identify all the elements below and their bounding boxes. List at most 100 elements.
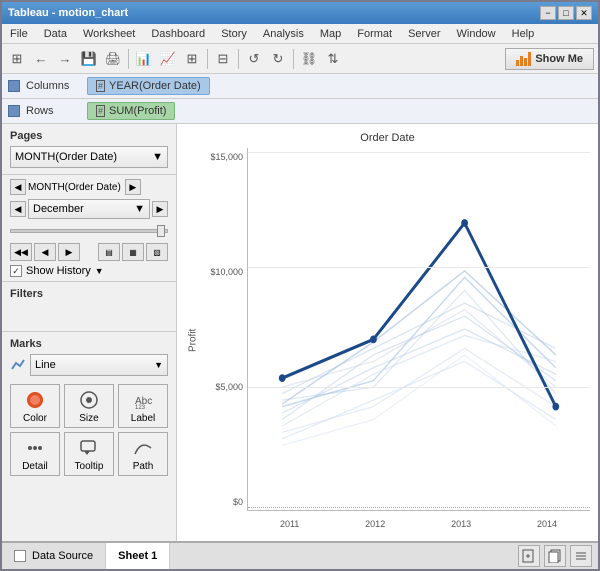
show-me-button[interactable]: Show Me — [505, 48, 594, 70]
menu-help[interactable]: Help — [504, 26, 543, 42]
play-button[interactable]: ◀◀ — [10, 243, 32, 261]
duplicate-sheet-icon — [548, 549, 562, 563]
menu-data[interactable]: Data — [36, 26, 75, 42]
display-btn-2[interactable]: ▦ — [122, 243, 144, 261]
slider-handle[interactable] — [157, 225, 165, 237]
rows-pill[interactable]: # SUM(Profit) — [87, 102, 175, 120]
bottom-tabs: Data Source Sheet 1 — [2, 541, 598, 569]
prev-month-button[interactable]: ◀ — [10, 179, 26, 195]
window-title: Tableau - motion_chart — [8, 7, 128, 19]
menu-worksheet[interactable]: Worksheet — [75, 26, 143, 42]
menu-bar: File Data Worksheet Dashboard Story Anal… — [2, 24, 598, 44]
next-month-button[interactable]: ▶ — [125, 179, 141, 195]
rows-drag-icon — [8, 105, 20, 117]
main-window: Tableau - motion_chart − □ ✕ File Data W… — [0, 0, 600, 571]
pages-dropdown[interactable]: MONTH(Order Date) ▼ — [10, 146, 168, 168]
display-buttons: ▤ ▦ ▧ — [98, 243, 168, 261]
show-history-checkbox[interactable]: ✓ — [10, 265, 22, 277]
marks-label-button[interactable]: Abc123 Label — [118, 384, 168, 428]
menu-dashboard[interactable]: Dashboard — [143, 26, 213, 42]
toolbar-grid-icon[interactable]: ⊞ — [6, 48, 28, 70]
month-arrow-icon: ▼ — [134, 203, 145, 215]
menu-window[interactable]: Window — [449, 26, 504, 42]
toolbar-refresh-icon[interactable]: ↺ — [243, 48, 265, 70]
toolbar-chart-icon[interactable]: 📊 — [133, 48, 155, 70]
sort-sheet-icon — [574, 549, 588, 563]
toolbar-link-icon[interactable]: ⛓ — [298, 48, 320, 70]
play-pause-button[interactable]: ▶ — [58, 243, 80, 261]
menu-format[interactable]: Format — [349, 26, 400, 42]
month-row: ◀ December ▼ ▶ — [10, 199, 168, 219]
month-dropdown[interactable]: December ▼ — [28, 199, 150, 219]
marks-dropdown-arrow-icon: ▼ — [154, 360, 163, 370]
toolbar-back-icon[interactable]: ← — [30, 48, 52, 70]
menu-file[interactable]: File — [2, 26, 36, 42]
toolbar-bar-icon[interactable]: 📈 — [157, 48, 179, 70]
marks-size-label: Size — [79, 413, 98, 424]
menu-server[interactable]: Server — [400, 26, 448, 42]
marks-type-row: Line ▼ — [10, 354, 168, 376]
toolbar-table-icon[interactable]: ⊞ — [181, 48, 203, 70]
data-source-label: Data Source — [32, 550, 93, 562]
marks-path-button[interactable]: Path — [118, 432, 168, 476]
show-history-arrow-icon: ▼ — [95, 266, 104, 276]
pages-section: Pages MONTH(Order Date) ▼ — [2, 124, 176, 175]
chart-title: Order Date — [185, 132, 590, 144]
close-button[interactable]: ✕ — [576, 6, 592, 20]
sort-sheet-button[interactable] — [570, 545, 592, 567]
chart-area: Order Date Profit $15,000 $10,000 $5,000… — [177, 124, 598, 541]
marks-tooltip-button[interactable]: Tooltip — [64, 432, 114, 476]
duplicate-sheet-button[interactable] — [544, 545, 566, 567]
step-back-button[interactable]: ◀ — [34, 243, 56, 261]
marks-size-button[interactable]: Size — [64, 384, 114, 428]
columns-pill[interactable]: # YEAR(Order Date) — [87, 77, 210, 95]
menu-story[interactable]: Story — [213, 26, 255, 42]
rows-field-icon: # — [96, 105, 105, 117]
marks-color-button[interactable]: Color — [10, 384, 60, 428]
toolbar-sep2 — [207, 49, 208, 69]
display-btn-1[interactable]: ▤ — [98, 243, 120, 261]
sheet1-tab[interactable]: Sheet 1 — [106, 543, 170, 569]
prev-btn[interactable]: ◀ — [10, 201, 26, 217]
x-label-2011: 2011 — [280, 519, 299, 529]
next-btn[interactable]: ▶ — [152, 201, 168, 217]
y-label-5k: $5,000 — [215, 382, 243, 392]
marks-color-label: Color — [23, 413, 47, 424]
toolbar-print-icon[interactable]: 🖨 — [102, 48, 124, 70]
marks-label: Marks — [10, 338, 168, 350]
month-label: MONTH(Order Date) — [28, 182, 121, 193]
toolbar-swap-icon[interactable]: ⇅ — [322, 48, 344, 70]
toolbar-filter-icon[interactable]: ⊟ — [212, 48, 234, 70]
x-axis-labels: 2011 2012 2013 2014 — [247, 519, 590, 529]
marks-label-label: Label — [131, 413, 155, 424]
rows-label: Rows — [26, 105, 81, 117]
timeline-slider[interactable] — [10, 229, 168, 233]
toolbar-save-icon[interactable]: 💾 — [78, 48, 100, 70]
columns-drag-icon — [8, 80, 20, 92]
menu-map[interactable]: Map — [312, 26, 349, 42]
marks-path-label: Path — [133, 461, 154, 472]
minimize-button[interactable]: − — [540, 6, 556, 20]
filters-section: Filters — [2, 282, 176, 332]
label-mark-icon: Abc123 — [132, 389, 154, 411]
y-label-10k: $10,000 — [210, 267, 243, 277]
toolbar-refresh2-icon[interactable]: ↻ — [267, 48, 289, 70]
data-source-tab[interactable]: Data Source — [2, 543, 106, 569]
playback-controls: ◀◀ ◀ ▶ ▤ ▦ ▧ — [10, 243, 168, 261]
marks-type-dropdown[interactable]: Line ▼ — [30, 354, 168, 376]
gridline-top — [248, 152, 590, 153]
marks-detail-button[interactable]: Detail — [10, 432, 60, 476]
maximize-button[interactable]: □ — [558, 6, 574, 20]
display-btn-3[interactable]: ▧ — [146, 243, 168, 261]
tooltip-mark-icon — [78, 437, 100, 459]
color-mark-icon — [24, 389, 46, 411]
menu-analysis[interactable]: Analysis — [255, 26, 312, 42]
new-sheet-button[interactable] — [518, 545, 540, 567]
show-me-icon — [516, 52, 531, 66]
pages-label: Pages — [10, 130, 168, 142]
toolbar-forward-icon[interactable]: → — [54, 48, 76, 70]
toolbar-sep4 — [293, 49, 294, 69]
filters-label: Filters — [10, 288, 168, 300]
sheet1-label: Sheet 1 — [118, 550, 157, 562]
marks-tooltip-label: Tooltip — [75, 461, 104, 472]
